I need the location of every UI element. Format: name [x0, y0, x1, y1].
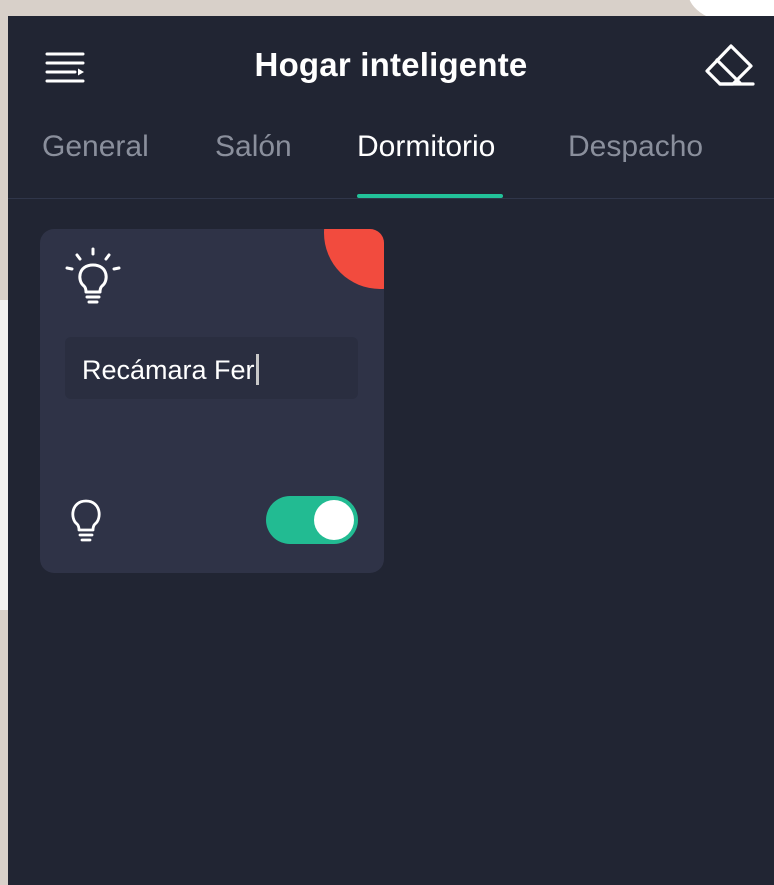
text-caret [255, 354, 259, 385]
power-toggle[interactable] [266, 496, 358, 544]
device-name-input[interactable]: Recámara Fer [65, 337, 358, 399]
tab-general[interactable]: General [42, 130, 149, 164]
app-screen: Hogar inteligente General Salón Dormitor… [8, 16, 774, 885]
active-tab-indicator [357, 194, 503, 198]
tab-dormitorio[interactable]: Dormitorio [357, 130, 495, 164]
app-header: Hogar inteligente [8, 16, 774, 120]
eraser-icon[interactable] [701, 40, 757, 96]
tab-salon[interactable]: Salón [215, 130, 292, 164]
tab-despacho[interactable]: Despacho [568, 130, 703, 164]
lightbulb-icon [71, 499, 101, 542]
page-title: Hogar inteligente [254, 46, 528, 83]
device-card: Recámara Fer [40, 229, 384, 573]
tab-bar: General Salón Dormitorio Despacho [8, 120, 774, 199]
delete-device-button[interactable] [324, 229, 384, 289]
device-name-value: Recámara Fer [82, 354, 259, 386]
lightbulb-on-icon [65, 247, 121, 304]
toggle-knob[interactable] [314, 500, 354, 540]
